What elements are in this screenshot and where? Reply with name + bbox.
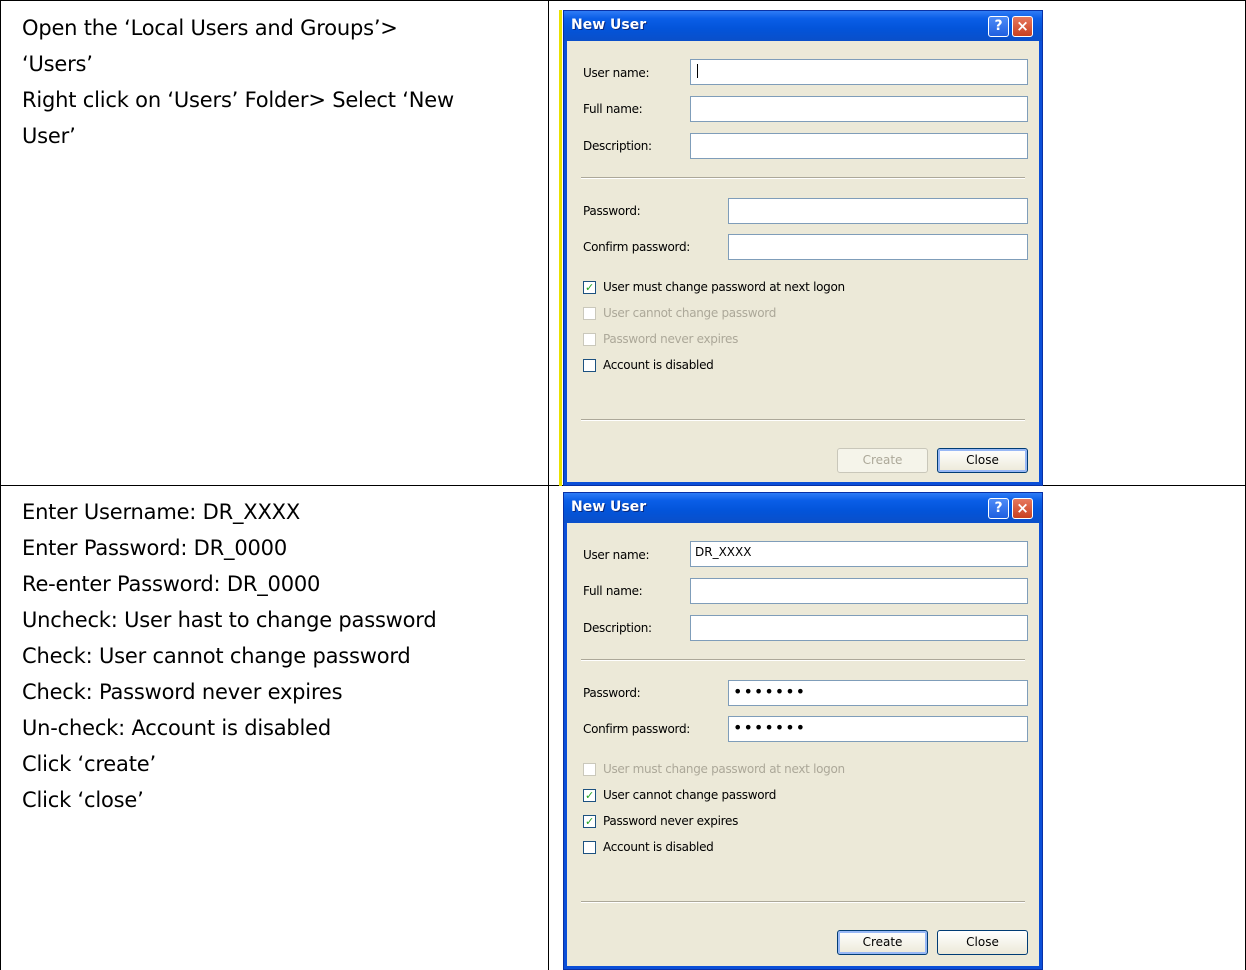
- description-input[interactable]: [690, 133, 1028, 159]
- help-button[interactable]: ?: [988, 498, 1009, 519]
- table-border-top: [0, 0, 1246, 1]
- checkbox-label: User must change password at next logon: [603, 762, 845, 776]
- close-window-button[interactable]: ×: [1012, 498, 1033, 519]
- close-window-button[interactable]: ×: [1012, 16, 1033, 37]
- full-name-label: Full name:: [583, 584, 643, 598]
- user-name-label: User name:: [583, 548, 650, 562]
- confirm-password-input[interactable]: •••••••: [728, 716, 1028, 742]
- user-name-input[interactable]: DR_XXXX: [690, 541, 1028, 567]
- instruction-line: ‘Users’: [22, 52, 93, 76]
- help-icon: ?: [994, 18, 1003, 34]
- checkbox-label: Password never expires: [603, 332, 739, 346]
- user-name-label: User name:: [583, 66, 650, 80]
- text-cursor: [697, 63, 698, 78]
- dialog-body: User name: Full name: Description: Passw…: [567, 41, 1039, 482]
- password-input[interactable]: [728, 198, 1028, 224]
- checkmark-icon: ✓: [585, 815, 594, 828]
- password-input[interactable]: •••••••: [728, 680, 1028, 706]
- password-label: Password:: [583, 686, 641, 700]
- checkbox-label: Password never expires: [603, 814, 739, 828]
- create-button[interactable]: Create: [837, 930, 928, 955]
- help-button[interactable]: ?: [988, 16, 1009, 37]
- description-input[interactable]: [690, 615, 1028, 641]
- confirm-password-label: Confirm password:: [583, 722, 691, 736]
- checkmark-icon: ✓: [585, 789, 594, 802]
- instruction-line: Check: User cannot change password: [22, 644, 411, 668]
- instruction-line: Click ‘close’: [22, 788, 144, 812]
- instruction-line: Check: Password never expires: [22, 680, 343, 704]
- description-label: Description:: [583, 139, 652, 153]
- checkmark-icon: ✓: [585, 281, 594, 294]
- instruction-line: User’: [22, 124, 76, 148]
- help-icon: ?: [994, 500, 1003, 516]
- create-button[interactable]: Create: [837, 448, 928, 473]
- close-button[interactable]: Close: [937, 448, 1028, 473]
- instruction-line: Enter Password: DR_0000: [22, 536, 287, 560]
- table-column-divider: [548, 0, 549, 970]
- checkbox-label: User cannot change password: [603, 788, 777, 802]
- dialog-title: New User: [571, 499, 647, 515]
- dialog-titlebar[interactable]: New User ? ×: [564, 11, 1042, 41]
- instructions-step-2: Enter Username: DR_XXXX Enter Password: …: [22, 494, 437, 818]
- checkbox-label: User cannot change password: [603, 306, 777, 320]
- password-label: Password:: [583, 204, 641, 218]
- instruction-line: Right click on ‘Users’ Folder> Select ‘N…: [22, 88, 454, 112]
- dialog-body: User name: DR_XXXX Full name: Descriptio…: [567, 523, 1039, 966]
- table-border-left: [0, 0, 1, 970]
- instruction-line: Open the ‘Local Users and Groups’>: [22, 16, 398, 40]
- separator: [581, 901, 1025, 903]
- instruction-line: Uncheck: User hast to change password: [22, 608, 437, 632]
- user-name-input[interactable]: [690, 59, 1028, 85]
- instructions-step-1: Open the ‘Local Users and Groups’> ‘User…: [22, 10, 454, 154]
- confirm-password-input[interactable]: [728, 234, 1028, 260]
- description-label: Description:: [583, 621, 652, 635]
- new-user-dialog-filled: New User ? × User name: DR_XXXX Full nam…: [563, 492, 1043, 970]
- checkbox-label: Account is disabled: [603, 840, 714, 854]
- instruction-line: Un-check: Account is disabled: [22, 716, 331, 740]
- separator: [581, 177, 1025, 179]
- separator: [581, 659, 1025, 661]
- close-icon: ×: [1016, 17, 1029, 35]
- close-icon: ×: [1016, 499, 1029, 517]
- full-name-input[interactable]: [690, 96, 1028, 122]
- close-button[interactable]: Close: [937, 930, 1028, 955]
- instruction-line: Enter Username: DR_XXXX: [22, 500, 301, 524]
- instruction-line: Re-enter Password: DR_0000: [22, 572, 321, 596]
- new-user-dialog-empty: New User ? × User name: Full name: Descr…: [563, 10, 1043, 486]
- window-edge-highlight: [559, 10, 562, 486]
- separator: [581, 419, 1025, 421]
- checkbox-label: Account is disabled: [603, 358, 714, 372]
- full-name-label: Full name:: [583, 102, 643, 116]
- confirm-password-label: Confirm password:: [583, 240, 691, 254]
- full-name-input[interactable]: [690, 578, 1028, 604]
- instruction-line: Click ‘create’: [22, 752, 156, 776]
- checkbox-label: User must change password at next logon: [603, 280, 845, 294]
- dialog-title: New User: [571, 17, 647, 33]
- dialog-titlebar[interactable]: New User ? ×: [564, 493, 1042, 523]
